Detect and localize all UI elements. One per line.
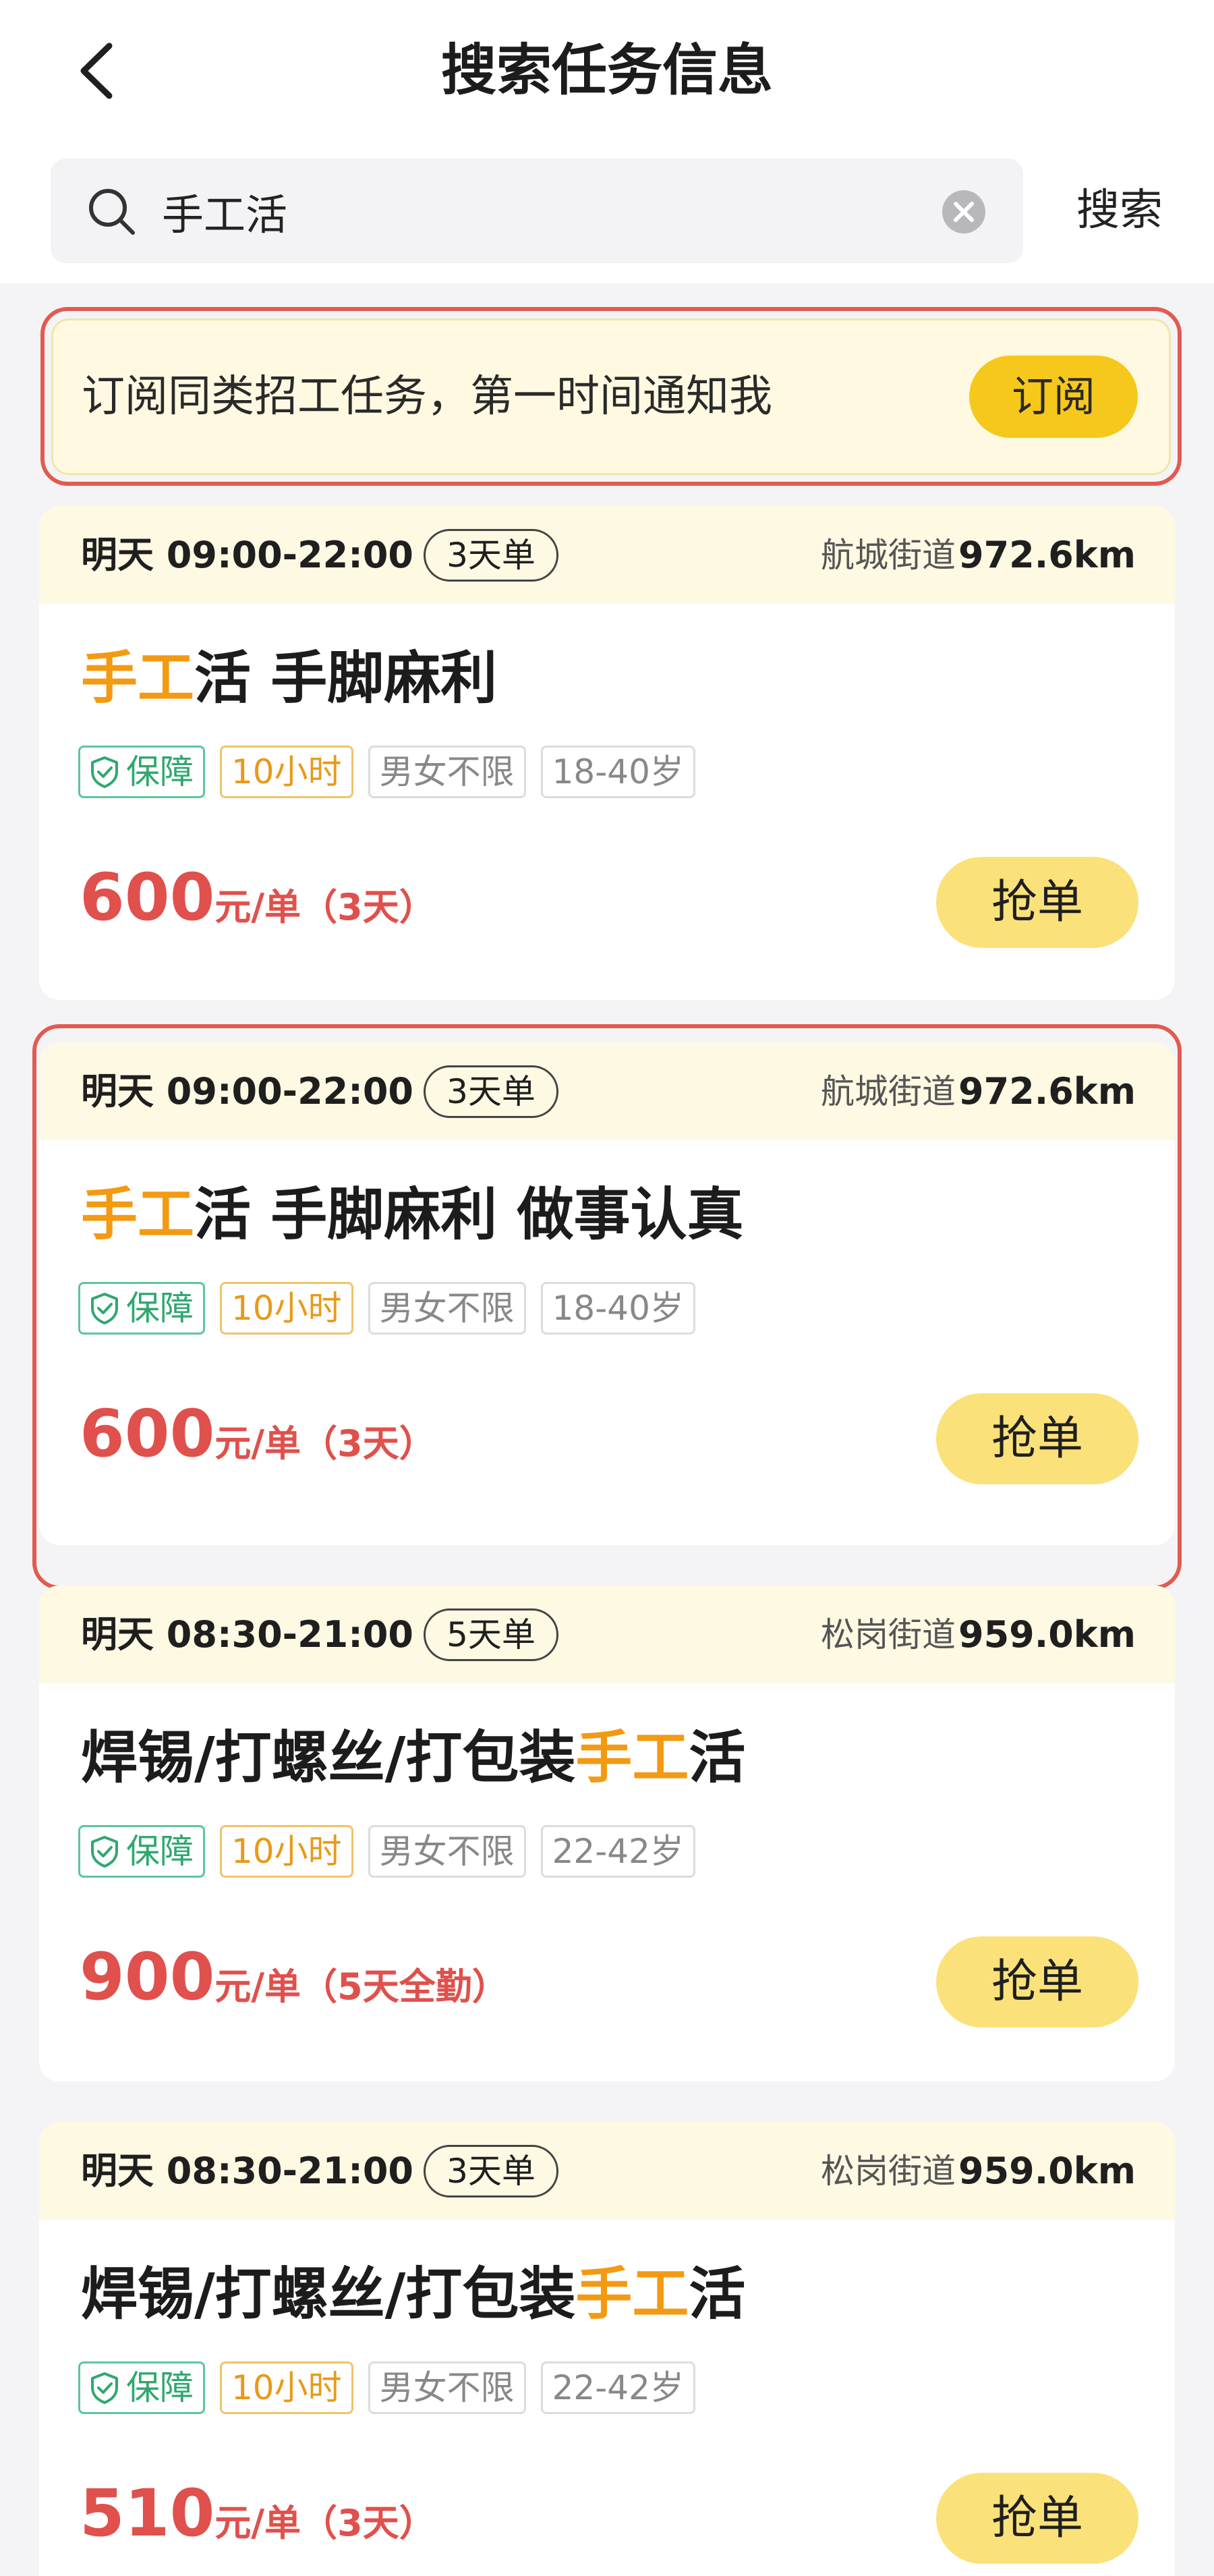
price-unit: 元/单 — [214, 886, 301, 928]
top-bar: 搜索任务信息 搜索 — [0, 0, 1214, 283]
hours-tag: 10小时 — [220, 2361, 353, 2414]
search-button[interactable]: 搜索 — [1052, 159, 1187, 263]
guarantee-tag-label: 保障 — [126, 752, 194, 791]
subscribe-banner: 订阅同类招工任务，第一时间通知我 订阅 — [51, 318, 1171, 475]
age-tag: 18-40岁 — [540, 746, 695, 798]
clear-icon[interactable] — [941, 189, 987, 235]
job-price: 600元/单（3天） — [80, 853, 436, 941]
title-keyword: 手工 — [575, 1725, 689, 1791]
gender-tag: 男女不限 — [368, 746, 526, 798]
job-time: 明天 09:00-22:00 — [81, 534, 413, 576]
job-location: 松岗街道 — [821, 2152, 956, 2191]
subscribe-button[interactable]: 订阅 — [969, 356, 1138, 438]
job-title: 手工活 手脚麻利 — [81, 638, 497, 719]
job-title: 焊锡/打螺丝/打包装手工活 — [81, 1717, 745, 1798]
job-price: 900元/单（5天全勤） — [80, 1933, 509, 2021]
job-distance: 972.6km — [958, 534, 1136, 576]
shield-check-icon — [91, 1836, 118, 1868]
price-amount: 510 — [80, 2475, 215, 2551]
job-title: 焊锡/打螺丝/打包装手工活 — [81, 2253, 745, 2334]
shield-check-icon — [91, 2372, 118, 2404]
job-location: 航城街道 — [821, 536, 956, 575]
page-title: 搜索任务信息 — [440, 38, 773, 103]
job-card[interactable]: 明天 08:30-21:00 5天单 松岗街道 959.0km 焊锡/打螺丝/打… — [39, 1586, 1175, 2081]
title-keyword: 手工 — [575, 2261, 689, 2327]
title-keyword: 手工 — [81, 645, 195, 711]
guarantee-tag: 保障 — [78, 746, 205, 798]
job-tags: 保障 10小时 男女不限 18-40岁 — [78, 746, 710, 800]
price-note: （3天） — [301, 2502, 436, 2544]
job-distance: 959.0km — [958, 2150, 1136, 2192]
shield-check-icon — [91, 756, 118, 788]
guarantee-tag: 保障 — [78, 2361, 205, 2414]
grab-order-button[interactable]: 抢单 — [936, 1936, 1138, 2027]
age-tag: 22-42岁 — [540, 1825, 695, 1878]
search-box[interactable] — [51, 159, 1023, 263]
order-type-badge: 3天单 — [424, 529, 558, 582]
age-tag: 22-42岁 — [540, 2361, 695, 2414]
job-time: 明天 08:30-21:00 — [81, 1613, 413, 1656]
search-input[interactable] — [162, 179, 904, 243]
search-icon — [89, 189, 135, 235]
job-card-highlight-outline — [32, 1024, 1182, 1590]
price-note: （3天） — [301, 886, 436, 928]
title-rest: 活 手脚麻利 — [194, 645, 498, 711]
hours-tag: 10小时 — [220, 1825, 353, 1878]
guarantee-tag-label: 保障 — [126, 2368, 194, 2407]
grab-order-button[interactable]: 抢单 — [936, 2473, 1138, 2564]
job-card[interactable]: 明天 09:00-22:00 3天单 航城街道 972.6km 手工活 手脚麻利… — [39, 506, 1175, 1000]
price-amount: 600 — [80, 860, 215, 935]
title-prefix: 焊锡/打螺丝/打包装 — [81, 2261, 576, 2327]
subscribe-text: 订阅同类招工任务，第一时间通知我 — [82, 372, 772, 422]
job-distance: 959.0km — [958, 1613, 1136, 1656]
title-rest: 活 — [689, 2261, 746, 2327]
guarantee-tag: 保障 — [78, 1825, 205, 1878]
price-note: （5天全勤） — [301, 1965, 509, 2008]
gender-tag: 男女不限 — [368, 1825, 526, 1878]
job-card-header: 明天 08:30-21:00 3天单 松岗街道 959.0km — [39, 2122, 1175, 2220]
guarantee-tag-label: 保障 — [126, 1832, 194, 1871]
grab-order-button[interactable]: 抢单 — [936, 857, 1138, 948]
title-prefix: 焊锡/打螺丝/打包装 — [81, 1725, 576, 1791]
price-amount: 900 — [80, 1939, 215, 2015]
price-unit: 元/单 — [214, 2502, 301, 2544]
job-card-header: 明天 09:00-22:00 3天单 航城街道 972.6km — [39, 506, 1175, 604]
job-location: 松岗街道 — [821, 1615, 956, 1654]
job-time: 明天 08:30-21:00 — [81, 2150, 413, 2192]
gender-tag: 男女不限 — [368, 2361, 526, 2414]
order-type-badge: 5天单 — [424, 1608, 558, 1661]
job-tags: 保障 10小时 男女不限 22-42岁 — [78, 1825, 710, 1879]
order-type-badge: 3天单 — [424, 2145, 558, 2197]
job-price: 510元/单（3天） — [80, 2469, 436, 2557]
job-card-header: 明天 08:30-21:00 5天单 松岗街道 959.0km — [39, 1586, 1175, 1683]
job-card[interactable]: 明天 08:30-21:00 3天单 松岗街道 959.0km 焊锡/打螺丝/打… — [39, 2122, 1175, 2576]
job-tags: 保障 10小时 男女不限 22-42岁 — [78, 2361, 710, 2415]
title-rest: 活 — [689, 1725, 746, 1791]
price-unit: 元/单 — [214, 1965, 301, 2008]
hours-tag: 10小时 — [220, 746, 353, 798]
